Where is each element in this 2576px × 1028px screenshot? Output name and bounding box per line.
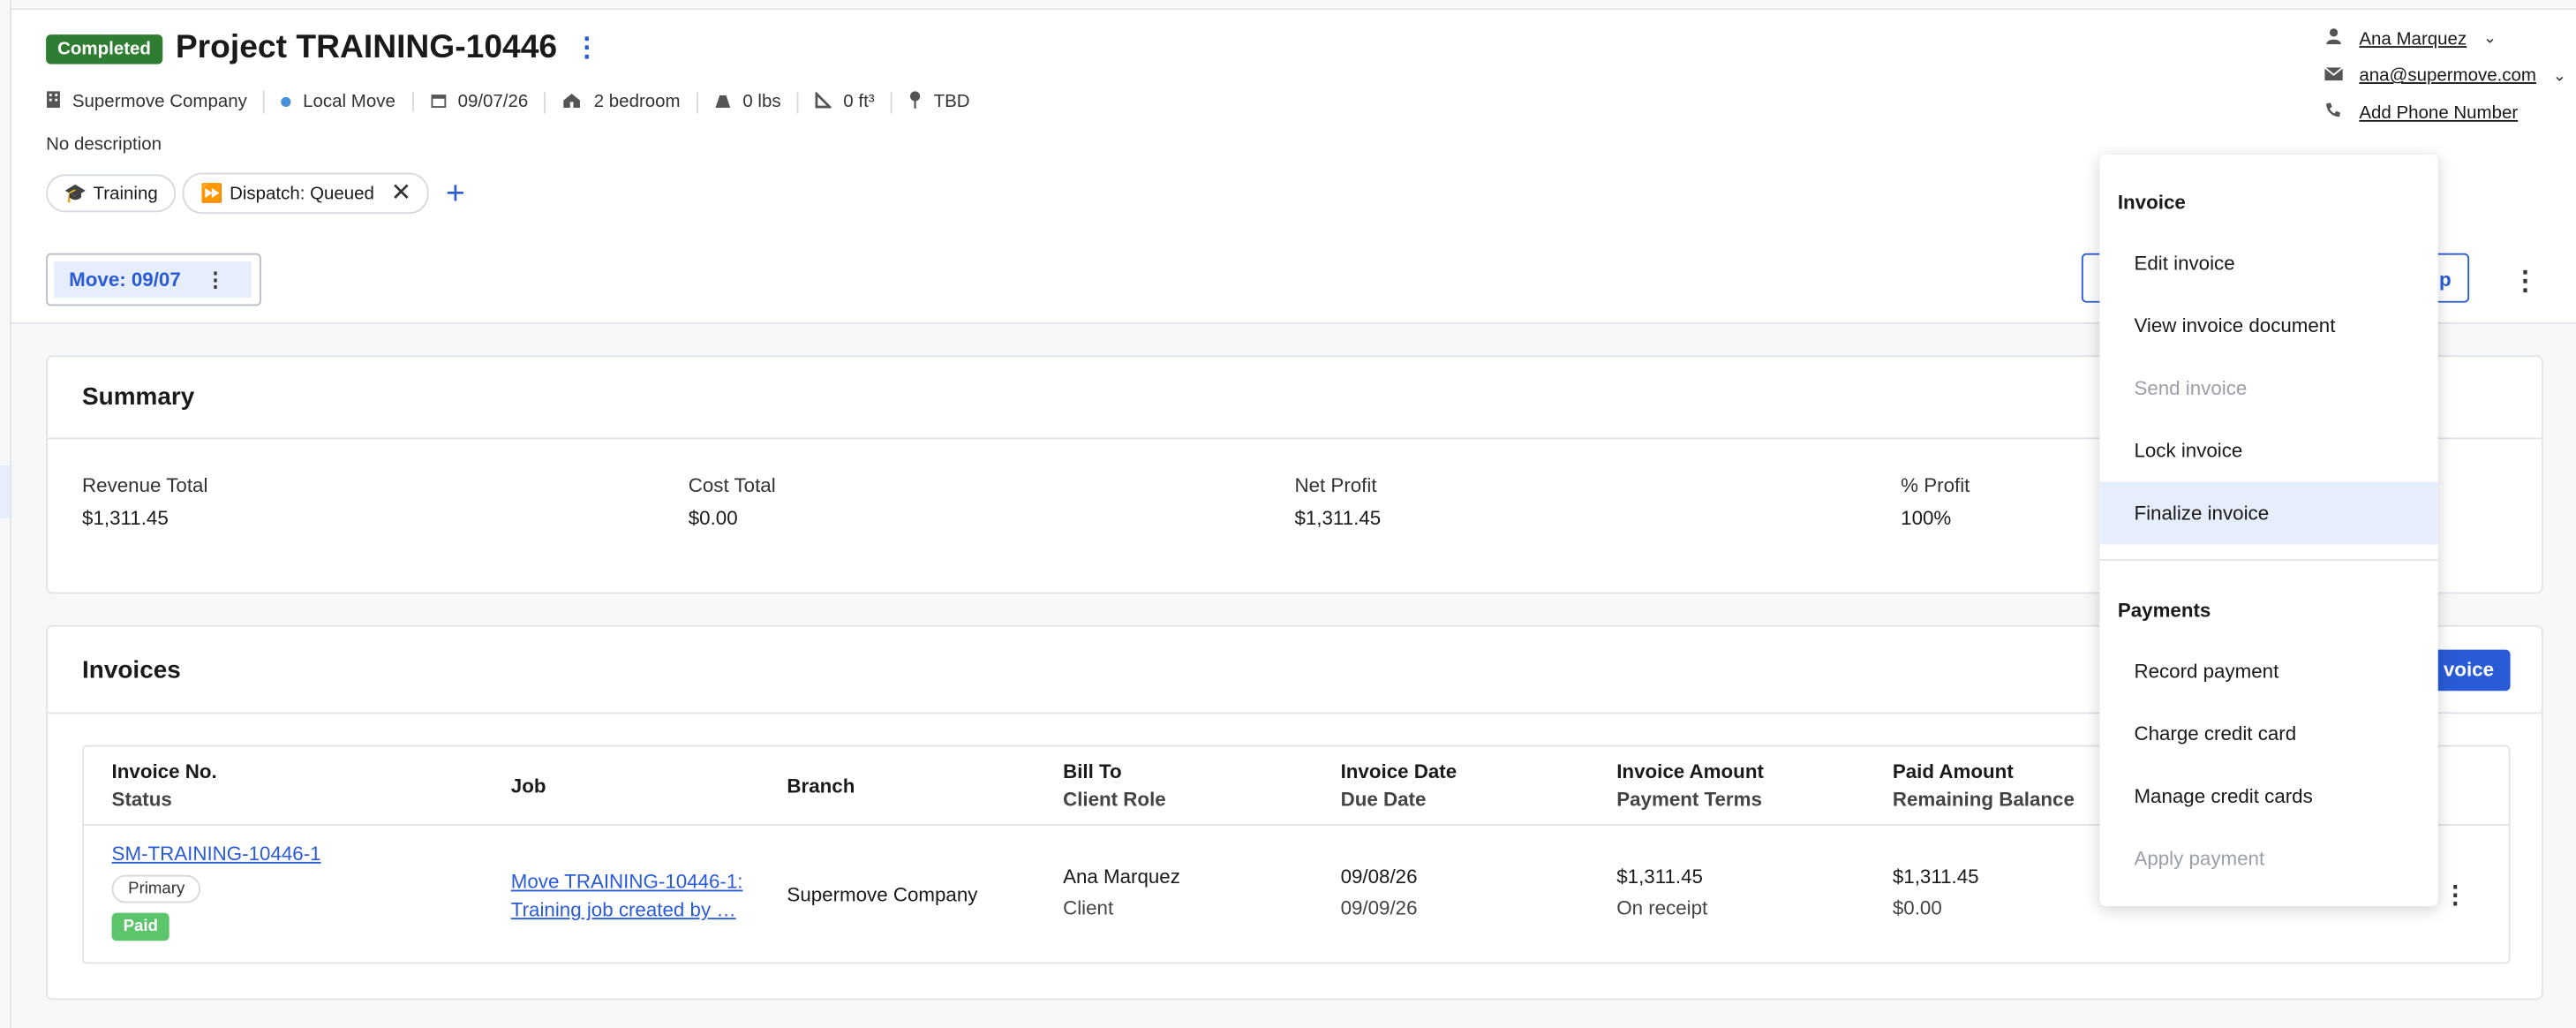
envelope-icon bbox=[2320, 65, 2346, 84]
tag-training[interactable]: 🎓 Training bbox=[46, 174, 177, 213]
move-tab-label: Move: 09/07 bbox=[69, 268, 181, 291]
header-bill-to: Bill To Client Role bbox=[1063, 760, 1166, 812]
move-location: TBD bbox=[933, 92, 970, 112]
cell-job: Move TRAINING-10446-1: Training job creat… bbox=[511, 868, 757, 924]
meta-volume: 0 ft³ bbox=[799, 89, 893, 113]
menu-apply-payment: Apply payment bbox=[2134, 847, 2265, 871]
summary-cost: Cost Total $0.00 bbox=[689, 473, 776, 529]
menu-section-payments: Payments bbox=[2117, 598, 2211, 622]
summary-label: Net Profit bbox=[1294, 473, 1377, 497]
contact-name-row: Ana Marquez ⌄ bbox=[2320, 28, 2497, 49]
menu-finalize-invoice[interactable]: Finalize invoice bbox=[2099, 481, 2438, 545]
row-actions-kebab-icon[interactable]: ⋮ bbox=[2443, 880, 2467, 910]
cell-branch: Supermove Company bbox=[787, 883, 978, 907]
chevron-down-icon[interactable]: ⌄ bbox=[2483, 30, 2497, 48]
menu-divider bbox=[2099, 559, 2438, 562]
meta-date: 09/07/26 bbox=[413, 91, 546, 113]
header-invoice-date: Invoice Date Due Date bbox=[1340, 760, 1457, 812]
move-type-dot-icon bbox=[281, 96, 292, 108]
move-bar-kebab-icon[interactable]: ⋮ bbox=[2512, 265, 2538, 298]
add-phone-link[interactable]: Add Phone Number bbox=[2359, 102, 2518, 122]
remove-tag-close-icon[interactable]: ✕ bbox=[391, 181, 411, 206]
meta-weight: 0 lbs bbox=[698, 91, 800, 113]
summary-value: $1,311.45 bbox=[1294, 506, 1382, 530]
summary-percent-profit: % Profit 100% bbox=[1901, 473, 1970, 529]
fast-forward-icon: ⏩ bbox=[200, 184, 223, 204]
summary-label: Cost Total bbox=[688, 473, 776, 497]
meta-company: Supermove Company bbox=[46, 90, 266, 114]
project-description: No description bbox=[46, 134, 162, 155]
graduation-cap-icon: 🎓 bbox=[64, 184, 87, 204]
invoice-number-link[interactable]: SM-TRAINING-10446-1 bbox=[112, 843, 321, 865]
header-invoice-no: Invoice No. Status bbox=[111, 760, 217, 812]
cell-dates: 09/08/26 09/09/26 bbox=[1340, 865, 1418, 920]
add-tag-plus-icon[interactable]: + bbox=[446, 177, 465, 209]
tag-dispatch[interactable]: ⏩ Dispatch: Queued ✕ bbox=[182, 172, 430, 215]
job-link[interactable]: Move TRAINING-10446-1: Training job creat… bbox=[511, 868, 757, 924]
menu-edit-invoice[interactable]: Edit invoice bbox=[2099, 232, 2437, 295]
meta-size: 2 bedroom bbox=[546, 91, 699, 113]
summary-title: Summary bbox=[82, 382, 195, 412]
move-weight: 0 lbs bbox=[742, 92, 781, 112]
tag-label: Dispatch: Queued bbox=[230, 183, 374, 204]
left-nav-accent bbox=[0, 465, 11, 518]
menu-section-invoice: Invoice bbox=[2117, 191, 2186, 215]
summary-label: Revenue Total bbox=[82, 473, 208, 497]
page-title: Project TRAINING-10446 bbox=[175, 29, 558, 66]
menu-charge-credit-card[interactable]: Charge credit card bbox=[2099, 702, 2437, 765]
cell-paid-amount: $1,311.45 $0.00 bbox=[1892, 865, 1979, 920]
title-row: Completed Project TRAINING-10446 ⋮ bbox=[46, 29, 600, 68]
menu-view-invoice-document[interactable]: View invoice document bbox=[2099, 294, 2437, 357]
contact-email-row: ana@supermove.com ⌄ bbox=[2320, 65, 2567, 86]
project-meta: Supermove Company Local Move 09/07/26 2 … bbox=[46, 89, 986, 114]
primary-badge: Primary bbox=[111, 874, 201, 903]
chevron-down-icon[interactable]: ⌄ bbox=[2553, 66, 2567, 84]
summary-net-profit: Net Profit $1,311.45 bbox=[1294, 473, 1381, 529]
paid-status-badge: Paid bbox=[111, 912, 169, 941]
meta-location: TBD bbox=[893, 90, 986, 113]
summary-value: $0.00 bbox=[688, 506, 738, 530]
move-tab-selected[interactable]: Move: 09/07 ⋮ bbox=[54, 261, 252, 299]
tag-label: Training bbox=[93, 183, 158, 204]
move-tab[interactable]: Move: 09/07 ⋮ bbox=[46, 253, 261, 306]
header-job: Job bbox=[510, 775, 546, 798]
status-badge: Completed bbox=[46, 34, 162, 64]
meta-move-type: Local Move bbox=[265, 92, 414, 112]
tags-row: 🎓 Training ⏩ Dispatch: Queued ✕ + bbox=[46, 172, 465, 215]
menu-lock-invoice[interactable]: Lock invoice bbox=[2099, 420, 2437, 482]
cell-invoice-amount: $1,311.45 On receipt bbox=[1616, 865, 1708, 920]
move-date: 09/07/26 bbox=[457, 92, 529, 112]
contact-phone-row: Add Phone Number bbox=[2320, 102, 2518, 123]
summary-label: % Profit bbox=[1901, 473, 1970, 497]
move-volume: 0 ft³ bbox=[843, 92, 875, 112]
summary-value: 100% bbox=[1901, 506, 1952, 530]
calendar-icon bbox=[430, 91, 447, 112]
summary-value: $1,311.45 bbox=[82, 506, 169, 530]
cell-bill-to: Ana Marquez Client bbox=[1063, 865, 1180, 920]
menu-manage-credit-cards[interactable]: Manage credit cards bbox=[2099, 765, 2437, 828]
company-name: Supermove Company bbox=[72, 92, 247, 112]
move-tab-kebab-icon[interactable]: ⋮ bbox=[206, 268, 225, 291]
menu-record-payment[interactable]: Record payment bbox=[2099, 639, 2437, 702]
move-size: 2 bedroom bbox=[593, 92, 681, 112]
header-branch: Branch bbox=[787, 775, 855, 798]
ruler-icon bbox=[816, 89, 833, 112]
weight-icon bbox=[715, 91, 732, 112]
invoices-title: Invoices bbox=[82, 656, 181, 684]
cell-invoice-no: SM-TRAINING-10446-1 Primary Paid bbox=[111, 843, 321, 941]
header-paid-amount: Paid Amount Remaining Balance bbox=[1892, 760, 2075, 812]
menu-send-invoice: Send invoice bbox=[2134, 376, 2248, 400]
summary-revenue: Revenue Total $1,311.45 bbox=[82, 473, 207, 529]
house-icon bbox=[562, 91, 582, 112]
move-type: Local Move bbox=[303, 92, 395, 112]
user-icon bbox=[2320, 28, 2346, 49]
phone-icon bbox=[2320, 102, 2346, 123]
invoice-actions-menu: Invoice Edit invoice View invoice docume… bbox=[2099, 155, 2438, 907]
contact-name-link[interactable]: Ana Marquez bbox=[2359, 29, 2467, 49]
contact-email-link[interactable]: ana@supermove.com bbox=[2359, 65, 2536, 85]
map-pin-icon bbox=[909, 90, 923, 113]
building-icon bbox=[46, 90, 61, 113]
project-actions-kebab-icon[interactable]: ⋮ bbox=[574, 34, 600, 62]
header-invoice-amount: Invoice Amount Payment Terms bbox=[1616, 760, 1764, 812]
